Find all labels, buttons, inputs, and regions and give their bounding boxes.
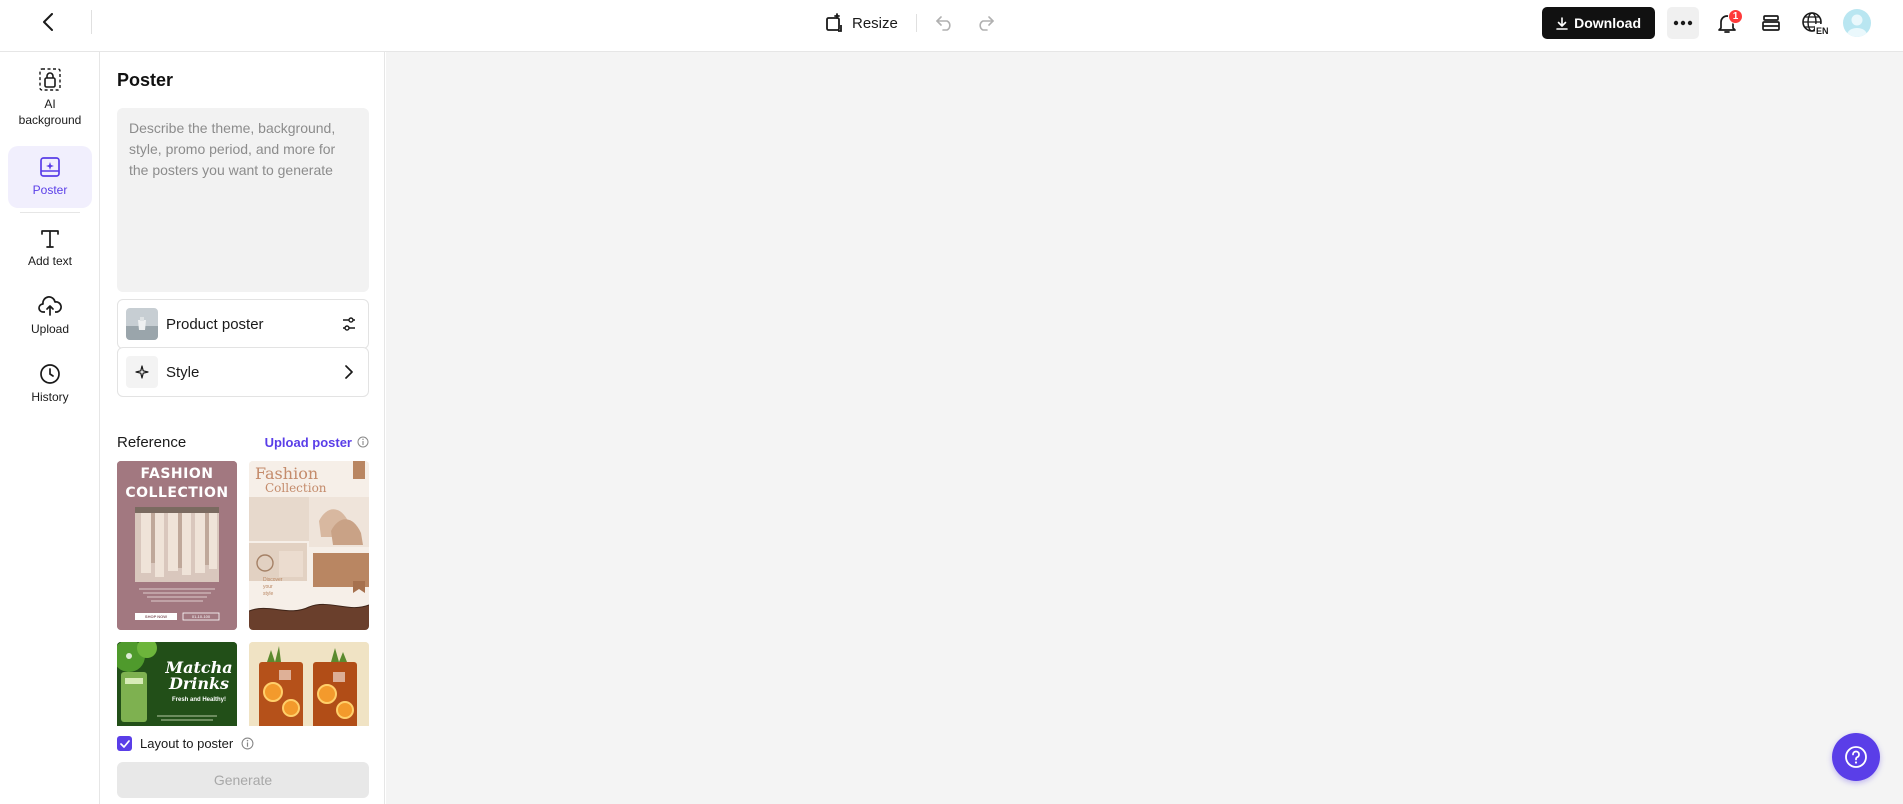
history-clock-icon xyxy=(40,364,60,384)
topbar-divider xyxy=(91,10,92,34)
help-question-icon xyxy=(1845,746,1867,768)
sparkle-icon xyxy=(126,356,158,388)
rail-divider xyxy=(20,212,80,213)
tool-rail: AI background Poster Add text Upload His… xyxy=(0,52,100,804)
more-horizontal-icon xyxy=(1673,20,1693,26)
reference-poster-matcha-drinks[interactable]: Matcha Drinks Fresh and Healthy! xyxy=(117,642,237,726)
avatar-person-icon xyxy=(1847,14,1867,37)
upload-poster-label: Upload poster xyxy=(264,434,352,450)
poster-date-text: 01-10-100 xyxy=(191,614,211,619)
stack-icon xyxy=(1762,15,1780,31)
notifications-button[interactable]: 1 xyxy=(1711,7,1743,39)
download-button[interactable]: Download xyxy=(1542,7,1655,39)
resize-icon xyxy=(826,13,842,32)
resize-button[interactable]: Resize xyxy=(820,13,902,33)
rail-item-label: Poster xyxy=(32,183,68,197)
panel-title: Poster xyxy=(117,70,174,90)
chevron-right-icon xyxy=(338,361,360,383)
text-icon xyxy=(41,230,59,248)
download-label: Download xyxy=(1574,15,1641,31)
layers-button[interactable] xyxy=(1755,7,1787,39)
reference-header: Reference Upload poster xyxy=(117,432,369,452)
reference-poster-fashion-collection[interactable]: FASHION COLLECTION SHOP NOW 01-10-100 xyxy=(117,461,237,630)
reference-poster-title: Fashion Collection xyxy=(255,464,327,496)
style-label: Style xyxy=(166,363,200,381)
layout-to-poster-checkbox[interactable] xyxy=(117,736,132,751)
redo-icon xyxy=(979,16,994,31)
info-icon xyxy=(357,436,369,448)
poster-tagline: Discover your style xyxy=(263,577,283,597)
user-avatar[interactable] xyxy=(1843,9,1871,37)
poster-title-line-2: Drinks xyxy=(168,674,230,693)
product-poster-selector[interactable]: Product poster xyxy=(117,299,369,349)
reference-poster-title: Matcha Drinks xyxy=(161,660,237,692)
poster-title-line-2: Collection xyxy=(265,481,327,495)
topbar-right-tools: Download 1 EN xyxy=(1542,7,1871,39)
layout-to-poster-option: Layout to poster xyxy=(117,736,254,751)
rail-item-label: AI background xyxy=(18,97,82,127)
editor-canvas[interactable] xyxy=(386,52,1903,804)
reference-grid: FASHION COLLECTION SHOP NOW 01-10-100 Fa… xyxy=(117,461,369,726)
language-button[interactable]: EN xyxy=(1799,7,1831,39)
info-icon[interactable] xyxy=(241,737,254,750)
notification-badge: 1 xyxy=(1728,9,1743,24)
poster-shop-button-text: SHOP NOW xyxy=(144,614,168,619)
top-bar: Resize Download 1 EN xyxy=(0,0,1903,52)
reference-poster-title: FASHION COLLECTION xyxy=(117,465,237,503)
language-code: EN xyxy=(1816,26,1829,35)
layout-to-poster-label: Layout to poster xyxy=(140,736,234,751)
rail-item-ai-background[interactable]: AI background xyxy=(8,66,92,138)
rail-item-poster[interactable]: Poster xyxy=(8,146,92,208)
style-selector[interactable]: Style xyxy=(117,347,369,397)
chevron-left-icon xyxy=(43,13,53,31)
upload-poster-link[interactable]: Upload poster xyxy=(265,435,369,450)
topbar-center-tools: Resize xyxy=(820,10,997,36)
poster-title-line-1: FASHION xyxy=(140,466,214,482)
poster-tagline: Fresh and Healthy! xyxy=(171,697,226,703)
rail-item-upload[interactable]: Upload xyxy=(8,295,92,347)
reference-poster-image xyxy=(249,642,369,726)
more-options-button[interactable] xyxy=(1667,7,1699,39)
generate-button[interactable]: Generate xyxy=(117,762,369,798)
product-poster-label: Product poster xyxy=(166,315,264,333)
redo-button[interactable] xyxy=(973,11,997,35)
ai-background-icon xyxy=(39,68,61,91)
poster-panel: Poster Product poster Style Reference Up… xyxy=(100,52,385,804)
reference-poster-iced-tea[interactable] xyxy=(249,642,369,726)
globe-language-icon: EN xyxy=(1802,12,1829,35)
back-button[interactable] xyxy=(36,10,60,34)
poster-title-line-1: Fashion xyxy=(255,464,319,483)
undo-button[interactable] xyxy=(933,11,957,35)
settings-sliders-icon[interactable] xyxy=(338,313,360,335)
reference-title: Reference xyxy=(117,433,187,451)
check-icon xyxy=(119,739,130,748)
resize-label: Resize xyxy=(852,14,898,32)
product-poster-thumbnail xyxy=(126,308,158,340)
topbar-separator xyxy=(915,14,917,32)
rail-item-label: History xyxy=(31,390,69,404)
rail-item-history[interactable]: History xyxy=(8,363,92,415)
poster-prompt-input[interactable] xyxy=(117,108,369,292)
upload-cloud-icon xyxy=(38,296,62,316)
download-icon xyxy=(1556,16,1568,30)
rail-item-label: Add text xyxy=(27,254,73,268)
poster-icon xyxy=(40,157,60,177)
rail-item-add-text[interactable]: Add text xyxy=(8,227,92,279)
help-button[interactable] xyxy=(1832,733,1880,781)
rail-item-label: Upload xyxy=(30,322,70,336)
poster-title-line-2: COLLECTION xyxy=(125,485,229,501)
undo-icon xyxy=(936,16,951,31)
reference-poster-fashion-shoes[interactable]: Fashion Collection Discover your style xyxy=(249,461,369,630)
